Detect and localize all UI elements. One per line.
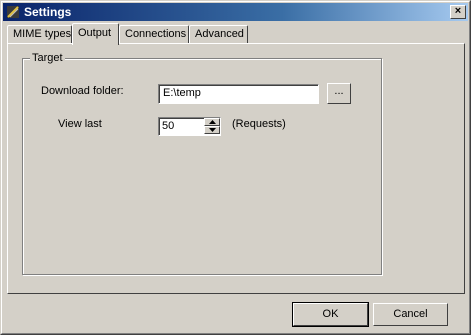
- tab-advanced[interactable]: Advanced: [189, 25, 248, 43]
- view-last-label: View last: [58, 118, 102, 130]
- window-title: Settings: [24, 5, 72, 19]
- cancel-button[interactable]: Cancel: [373, 303, 448, 326]
- tab-label: Connections: [125, 28, 187, 40]
- browse-label: ...: [334, 85, 344, 97]
- close-icon: ×: [454, 5, 462, 17]
- tab-output[interactable]: Output: [72, 23, 119, 45]
- app-icon: [6, 5, 20, 19]
- tab-label: MIME types: [13, 28, 72, 40]
- download-folder-value: E:\temp: [163, 87, 201, 99]
- browse-button[interactable]: ...: [327, 83, 351, 104]
- close-button[interactable]: ×: [450, 5, 466, 19]
- spin-down-button[interactable]: [204, 126, 220, 134]
- download-folder-input[interactable]: E:\temp: [158, 84, 319, 104]
- download-folder-label: Download folder:: [41, 85, 124, 97]
- tab-label: Output: [78, 27, 112, 39]
- title-bar[interactable]: Settings ×: [3, 3, 468, 21]
- ok-label: OK: [322, 308, 339, 320]
- tab-connections[interactable]: Connections: [119, 25, 189, 43]
- target-group-legend: Target: [30, 52, 65, 64]
- arrow-down-icon: [209, 128, 216, 132]
- tab-mime-types[interactable]: MIME types: [7, 25, 72, 43]
- view-last-unit: (Requests): [232, 118, 286, 130]
- view-last-value: 50: [162, 120, 175, 132]
- ok-button[interactable]: OK: [292, 302, 369, 327]
- tab-label: Advanced: [195, 28, 244, 40]
- cancel-label: Cancel: [393, 308, 428, 320]
- arrow-up-icon: [209, 120, 216, 124]
- spin-up-button[interactable]: [204, 118, 220, 126]
- view-last-spinbox[interactable]: 50: [158, 117, 221, 136]
- settings-window: Settings × MIME types Output Connections…: [0, 0, 471, 335]
